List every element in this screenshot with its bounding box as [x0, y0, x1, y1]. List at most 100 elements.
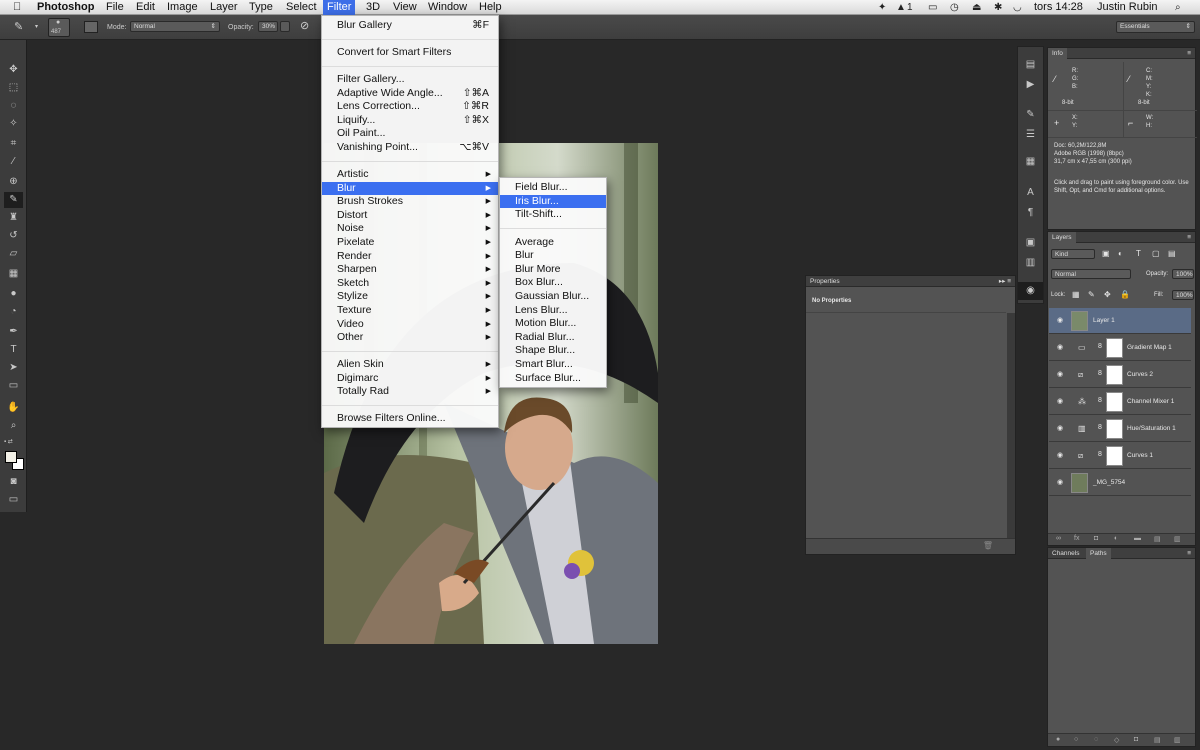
- menu-item-render[interactable]: Render ▶: [322, 250, 498, 264]
- menu-item-distort[interactable]: Distort ▶: [322, 209, 498, 223]
- lock-position-icon[interactable]: ✥: [1104, 290, 1111, 299]
- airbrush-icon[interactable]: ⊘: [300, 19, 309, 32]
- add-mask-icon[interactable]: ◘: [1134, 736, 1138, 743]
- menu-item-totally-rad[interactable]: Totally Rad ▶: [322, 385, 498, 399]
- menu-image[interactable]: Image: [167, 1, 198, 14]
- properties-scrollbar[interactable]: [1007, 313, 1015, 538]
- adjustments-icon[interactable]: ☰: [1018, 126, 1043, 144]
- menu-item-stylize[interactable]: Stylize ▶: [322, 290, 498, 304]
- layer-row[interactable]: ◉ _MG_5754: [1049, 470, 1191, 496]
- submenu-item-iris-blur[interactable]: Iris Blur...: [500, 194, 606, 209]
- lock-all-icon[interactable]: 🔒: [1120, 290, 1130, 299]
- lock-pixels-icon[interactable]: ✎: [1088, 290, 1095, 299]
- zoom-tool-icon[interactable]: ⌕: [4, 418, 23, 434]
- pen-tool-icon[interactable]: ✒: [4, 324, 23, 340]
- fill-path-icon[interactable]: ●: [1056, 736, 1060, 743]
- visibility-eye-icon[interactable]: ◉: [1057, 424, 1063, 432]
- menu-item-blur[interactable]: Blur ▶: [322, 181, 498, 196]
- delete-path-icon[interactable]: ▥: [1174, 736, 1181, 744]
- blur-tool-icon[interactable]: ●: [4, 286, 23, 302]
- brush-tool-icon[interactable]: ✎: [4, 192, 23, 208]
- layer-row[interactable]: ◉ ⧄ 8 Curves 2: [1049, 362, 1191, 388]
- actions-play-icon[interactable]: ▶: [1018, 76, 1043, 94]
- menu-item-filter-gallery[interactable]: Filter Gallery...: [322, 73, 498, 87]
- submenu-item-average[interactable]: Average: [500, 236, 606, 250]
- layer-row[interactable]: ◉ ⧄ 8 Curves 1: [1049, 443, 1191, 469]
- menu-file[interactable]: File: [106, 1, 124, 14]
- hand-tool-icon[interactable]: ✋: [4, 400, 23, 416]
- opacity-slider-toggle[interactable]: [280, 21, 290, 32]
- bluetooth-icon[interactable]: ✱: [994, 1, 1002, 14]
- submenu-item-tilt-shift[interactable]: Tilt-Shift...: [500, 208, 606, 222]
- menu-layer[interactable]: Layer: [210, 1, 238, 14]
- menu-item-convert-smart-filters[interactable]: Convert for Smart Filters: [322, 46, 498, 60]
- menu-item-pixelate[interactable]: Pixelate ▶: [322, 236, 498, 250]
- menu-type[interactable]: Type: [249, 1, 273, 14]
- opacity-input[interactable]: 30%: [258, 21, 278, 32]
- menu-item-noise[interactable]: Noise ▶: [322, 222, 498, 236]
- screen-mode-icon[interactable]: ▭: [4, 492, 23, 508]
- properties-icon[interactable]: ◉: [1018, 282, 1043, 300]
- submenu-item-shape-blur[interactable]: Shape Blur...: [500, 344, 606, 358]
- menu-item-digimarc[interactable]: Digimarc ▶: [322, 372, 498, 386]
- menu-view[interactable]: View: [393, 1, 417, 14]
- submenu-item-smart-blur[interactable]: Smart Blur...: [500, 358, 606, 372]
- shape-tool-icon[interactable]: ▭: [4, 378, 23, 394]
- menu-item-lens-correction[interactable]: Lens Correction... ⇧⌘R: [322, 100, 498, 114]
- dropbox-icon[interactable]: ✦: [878, 1, 886, 14]
- menu-3d[interactable]: 3D: [366, 1, 380, 14]
- crop-tool-icon[interactable]: ⌗: [4, 136, 23, 152]
- layer-filter-kind[interactable]: Kind: [1051, 249, 1095, 259]
- path-select-tool-icon[interactable]: ➤: [4, 360, 23, 376]
- time-machine-icon[interactable]: ◷: [950, 1, 959, 14]
- fx-icon[interactable]: fx: [1074, 535, 1079, 542]
- new-layer-icon[interactable]: ▤: [1154, 535, 1161, 543]
- filter-adjustment-icon[interactable]: ◐: [1118, 249, 1123, 258]
- layer-name[interactable]: _MG_5754: [1093, 479, 1125, 486]
- character-icon[interactable]: A: [1018, 184, 1043, 202]
- submenu-item-gaussian-blur[interactable]: Gaussian Blur...: [500, 290, 606, 304]
- menu-edit[interactable]: Edit: [136, 1, 155, 14]
- move-tool-icon[interactable]: ✥: [4, 62, 23, 78]
- layer-name[interactable]: Gradient Map 1: [1127, 344, 1172, 351]
- visibility-eye-icon[interactable]: ◉: [1057, 316, 1063, 324]
- menu-item-brush-strokes[interactable]: Brush Strokes ▶: [322, 195, 498, 209]
- layer-row[interactable]: ◉ Layer 1: [1049, 308, 1191, 334]
- submenu-item-lens-blur[interactable]: Lens Blur...: [500, 304, 606, 318]
- filter-type-icon[interactable]: T: [1136, 249, 1141, 258]
- visibility-eye-icon[interactable]: ◉: [1057, 370, 1063, 378]
- menu-item-adaptive-wide-angle[interactable]: Adaptive Wide Angle... ⇧⌘A: [322, 87, 498, 101]
- display-icon[interactable]: ▭: [928, 1, 937, 14]
- delete-layer-icon[interactable]: ▥: [1174, 535, 1181, 543]
- quick-mask-icon[interactable]: ◙: [4, 474, 23, 490]
- new-path-icon[interactable]: ▤: [1154, 736, 1161, 744]
- link-layers-icon[interactable]: ∞: [1056, 535, 1061, 542]
- visibility-eye-icon[interactable]: ◉: [1057, 343, 1063, 351]
- make-path-icon[interactable]: ◇: [1114, 736, 1119, 744]
- menu-item-alien-skin[interactable]: Alien Skin ▶: [322, 358, 498, 372]
- menu-select[interactable]: Select: [286, 1, 317, 14]
- foreground-color[interactable]: [5, 451, 17, 463]
- layer-opacity-input[interactable]: 100%: [1172, 269, 1194, 279]
- workspace-select[interactable]: Essentials ⇕: [1116, 21, 1195, 33]
- eyedropper-tool-icon[interactable]: ⁄: [4, 154, 23, 170]
- stroke-path-icon[interactable]: ○: [1074, 736, 1078, 743]
- stamp-tool-icon[interactable]: ♜: [4, 210, 23, 226]
- menu-item-other[interactable]: Other ▶: [322, 331, 498, 345]
- styles-icon[interactable]: ▦: [1018, 153, 1043, 171]
- submenu-item-blur-more[interactable]: Blur More: [500, 263, 606, 277]
- filter-smart-icon[interactable]: ▤: [1168, 249, 1176, 258]
- apple-icon[interactable]: : [13, 1, 21, 14]
- submenu-item-surface-blur[interactable]: Surface Blur...: [500, 372, 606, 386]
- notes-icon[interactable]: ▣: [1018, 234, 1043, 252]
- menu-help[interactable]: Help: [479, 1, 502, 14]
- app-menu[interactable]: Photoshop: [37, 1, 94, 14]
- trash-icon[interactable]: 🗑: [983, 541, 993, 550]
- layer-row[interactable]: ◉ ▭ 8 Gradient Map 1: [1049, 335, 1191, 361]
- tab-paths[interactable]: Paths: [1086, 548, 1111, 559]
- layer-name[interactable]: Hue/Saturation 1: [1127, 425, 1176, 432]
- menu-item-vanishing-point[interactable]: Vanishing Point... ⌥⌘V: [322, 141, 498, 155]
- tool-presets-icon[interactable]: ▥: [1018, 254, 1043, 272]
- brush-tool-icon[interactable]: ✎: [14, 20, 23, 33]
- eraser-tool-icon[interactable]: ▱: [4, 246, 23, 262]
